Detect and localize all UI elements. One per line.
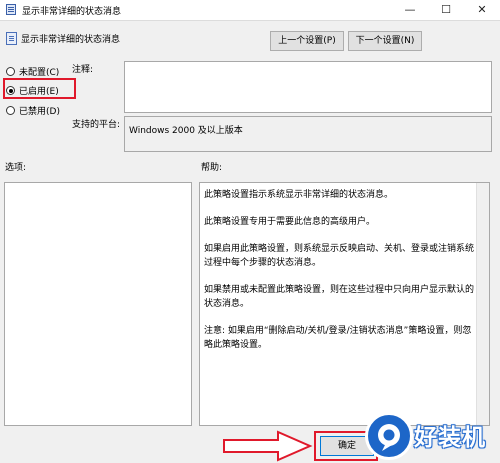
comment-textarea[interactable] [124,61,492,113]
enabled-highlight-box [3,78,76,99]
help-paragraph: 注意: 如果启用“删除启动/关机/登录/注销状态消息”策略设置，则忽略此策略设置… [204,326,472,350]
minimize-icon[interactable]: — [392,0,428,20]
help-paragraph: 如果禁用或未配置此策略设置，则在这些过程中只向用户显示默认的状态消息。 [204,285,475,309]
policy-app-icon [6,4,16,15]
next-setting-button[interactable]: 下一个设置(N) [348,31,422,51]
help-paragraph: 此策略设置专用于需要此信息的高级用户。 [204,217,376,227]
help-paragraph: 如果启用此策略设置，则系统显示反映启动、关机、登录或注销系统过程中每个步骤的状态… [204,244,475,268]
help-paragraph: 此策略设置指示系统显示非常详细的状态消息。 [204,190,394,200]
radio-circle-icon[interactable] [6,67,15,76]
maximize-icon[interactable]: ☐ [428,0,464,20]
platform-value: Windows 2000 及以上版本 [129,126,243,136]
watermark-logo-icon [365,412,413,460]
help-label: 帮助: [201,163,223,173]
previous-setting-button[interactable]: 上一个设置(P) [270,31,344,51]
radio-label: 已禁用(D) [19,107,60,117]
window-title: 显示非常详细的状态消息 [22,7,122,17]
platform-label: 支持的平台: [72,120,121,130]
comment-label: 注释: [72,65,94,75]
arrow-annotation-icon [223,430,313,462]
options-pane[interactable] [4,182,192,426]
watermark-text: 好装机 [414,425,486,451]
watermark-symbol-icon [378,424,400,451]
policy-name: 显示非常详细的状态消息 [21,35,121,45]
radio-not-configured[interactable]: 未配置(C) [6,65,59,78]
help-pane[interactable]: 此策略设置指示系统显示非常详细的状态消息。 此策略设置专用于需要此信息的高级用户… [199,182,490,426]
close-icon[interactable]: ✕ [464,0,500,20]
radio-circle-icon[interactable] [6,106,15,115]
policy-setting-icon [6,32,17,45]
radio-label: 未配置(C) [19,68,60,78]
platform-box: Windows 2000 及以上版本 [124,116,492,152]
help-scrollbar[interactable] [476,183,489,425]
options-label: 选项: [5,163,27,173]
radio-disabled[interactable]: 已禁用(D) [6,104,60,117]
help-text: 此策略设置指示系统显示非常详细的状态消息。 此策略设置专用于需要此信息的高级用户… [204,188,474,365]
